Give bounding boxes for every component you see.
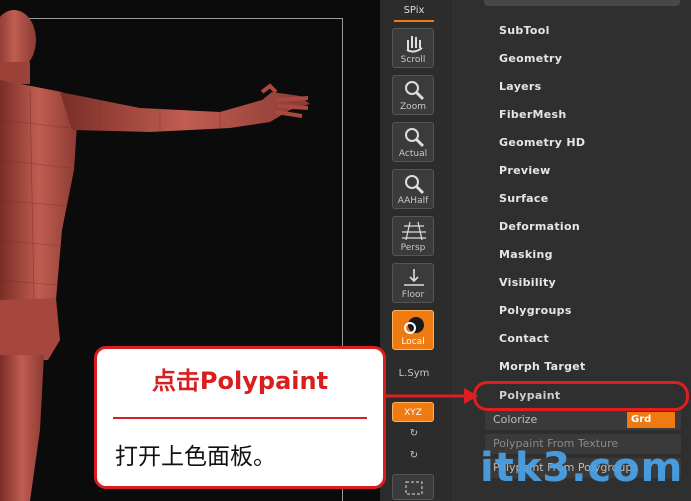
polypaint-highlight-ring	[473, 381, 689, 411]
floor-button[interactable]: Floor	[392, 263, 434, 303]
persp-button[interactable]: Persp	[392, 216, 434, 256]
site-watermark-logo: itk3.com	[480, 445, 691, 501]
menu-visibility[interactable]: Visibility	[499, 276, 556, 289]
spix-control[interactable]: SPix	[394, 2, 434, 22]
frame-button[interactable]	[392, 474, 434, 500]
scroll-label: Scroll	[400, 55, 426, 65]
menu-surface[interactable]: Surface	[499, 192, 548, 205]
menu-preview[interactable]: Preview	[499, 164, 551, 177]
menu-morph-target[interactable]: Morph Target	[499, 360, 586, 373]
callout-title: 点击Polypaint	[151, 367, 329, 395]
watermark-text: itk3.com	[480, 445, 684, 491]
persp-label: Persp	[400, 243, 426, 253]
lsym-button[interactable]: L.Sym	[384, 368, 444, 379]
local-button[interactable]: Local	[392, 310, 434, 350]
menu-deformation[interactable]: Deformation	[499, 220, 580, 233]
menu-subtool[interactable]: SubTool	[499, 24, 550, 37]
panel-top-strip	[484, 0, 680, 6]
callout-body: 打开上色面板。	[115, 444, 276, 470]
local-label: Local	[401, 337, 425, 347]
rotate-z-icon[interactable]: ↻	[384, 450, 444, 461]
grd-button[interactable]: Grd	[627, 412, 675, 428]
menu-masking[interactable]: Masking	[499, 248, 553, 261]
rotate-y-icon[interactable]: ↻	[384, 428, 444, 439]
menu-polygroups[interactable]: Polygroups	[499, 304, 572, 317]
colorize-row[interactable]: Colorize Grd	[485, 410, 681, 430]
local-icon	[404, 317, 424, 334]
right-shelf: SPix Scroll Zoom Actual AAHalf Persp Flo…	[380, 0, 450, 501]
menu-layers[interactable]: Layers	[499, 80, 542, 93]
hand-icon	[406, 36, 423, 53]
zoom-button[interactable]: Zoom	[392, 75, 434, 115]
tool-palette: SubTool Geometry Layers FiberMesh Geomet…	[452, 0, 691, 501]
menu-geometry-hd[interactable]: Geometry HD	[499, 136, 585, 149]
menu-contact[interactable]: Contact	[499, 332, 549, 345]
menu-fibermesh[interactable]: FiberMesh	[499, 108, 567, 121]
magnifier-icon	[405, 175, 425, 195]
callout-divider	[113, 417, 367, 419]
callout-arrow-icon	[384, 388, 478, 404]
scroll-button[interactable]: Scroll	[392, 28, 434, 68]
aahalf-button[interactable]: AAHalf	[392, 169, 434, 209]
lsym-label: L.Sym	[398, 368, 430, 379]
magnifier-icon	[405, 81, 425, 101]
actual-label: Actual	[398, 149, 428, 159]
floor-label: Floor	[401, 290, 425, 300]
magnifier-icon	[405, 128, 425, 148]
zoom-label: Zoom	[400, 102, 426, 112]
floor-icon	[404, 269, 424, 286]
frame-icon	[405, 481, 423, 495]
actual-button[interactable]: Actual	[392, 122, 434, 162]
menu-geometry[interactable]: Geometry	[499, 52, 562, 65]
grid-icon	[402, 221, 426, 241]
instruction-callout: 点击Polypaint 打开上色面板。	[94, 346, 386, 489]
aahalf-label: AAHalf	[397, 196, 429, 206]
colorize-label: Colorize	[493, 413, 538, 426]
